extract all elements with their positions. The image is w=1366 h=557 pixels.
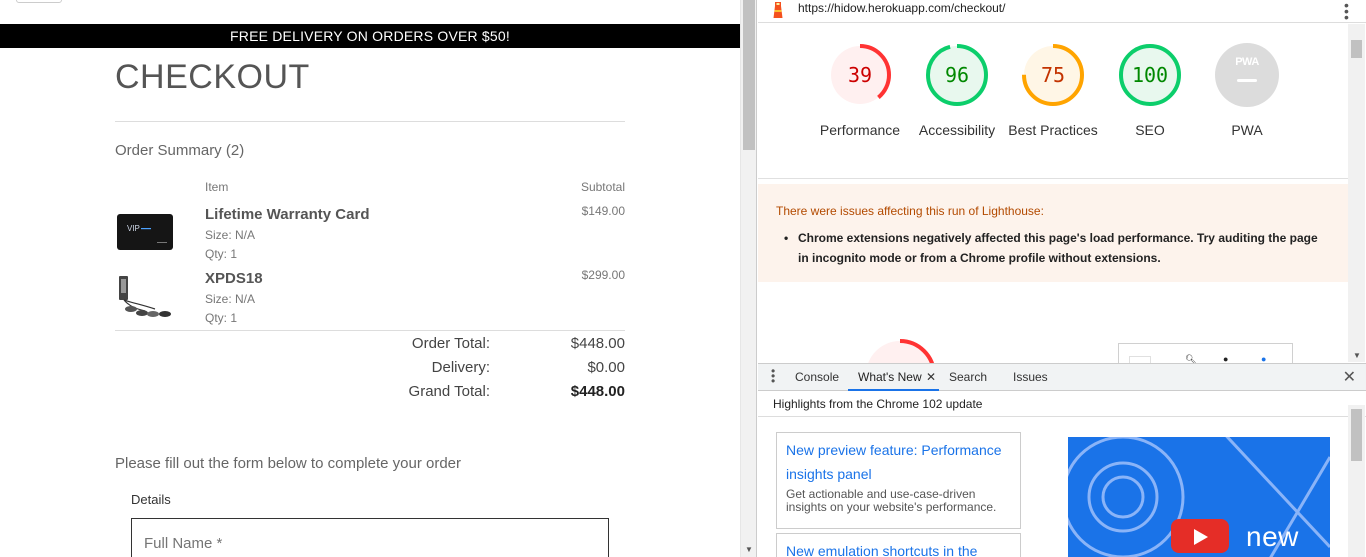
vip-card-image: VIP: [117, 214, 173, 250]
details-label: Details: [131, 492, 171, 507]
scrollbar-thumb[interactable]: [743, 0, 755, 150]
tab-console[interactable]: Console: [795, 370, 839, 384]
order-summary-heading: Order Summary (2): [115, 142, 245, 159]
score-value: 75: [1040, 63, 1066, 87]
pwa-badge-icon: PWA: [1235, 56, 1259, 68]
whats-new-video-thumbnail[interactable]: new: [1068, 437, 1330, 557]
card-body: Get actionable and use-case-driven insig…: [786, 487, 997, 514]
form-intro: Please fill out the form below to comple…: [115, 455, 462, 472]
item-qty: Qty: 1: [205, 311, 238, 325]
item-size: Size: N/A: [205, 228, 256, 242]
delivery-banner: FREE DELIVERY ON ORDERS OVER $50!: [0, 24, 740, 48]
close-drawer-icon[interactable]: ✕: [1343, 367, 1356, 387]
tab-search[interactable]: Search: [949, 370, 987, 384]
item-qty: Qty: 1: [205, 247, 238, 261]
order-total-value: $448.00: [570, 335, 625, 352]
lighthouse-header: https://hidow.herokuapp.com/checkout/ • •…: [758, 0, 1366, 24]
warning-box: There were issues affecting this run of …: [758, 184, 1348, 282]
device-image: [115, 273, 175, 321]
score-label: SEO: [1135, 122, 1165, 138]
more-options-icon[interactable]: • • •: [1344, 0, 1349, 24]
score-label: Best Practices: [1008, 122, 1098, 138]
audited-url: https://hidow.herokuapp.com/checkout/: [798, 1, 1006, 15]
svg-text:VIP: VIP: [127, 224, 140, 233]
accessibility-gauge[interactable]: 96: [925, 43, 989, 107]
scrollbar-thumb[interactable]: [1351, 40, 1362, 58]
score-value: 96: [944, 63, 970, 87]
whats-new-header: Highlights from the Chrome 102 update: [758, 391, 1366, 417]
checkout-page: FREE DELIVERY ON ORDERS OVER $50! CHECKO…: [0, 0, 740, 557]
lighthouse-scrollbar[interactable]: ▼: [1348, 24, 1365, 362]
order-total-label: Order Total:: [411, 335, 490, 352]
item-name[interactable]: Lifetime Warranty Card: [205, 206, 369, 223]
scrollbar-thumb[interactable]: [1351, 409, 1362, 461]
item-name[interactable]: XPDS18: [205, 270, 263, 287]
best-practices-gauge[interactable]: 75: [1021, 43, 1085, 107]
tab-issues[interactable]: Issues: [1013, 370, 1048, 384]
top-button[interactable]: [16, 0, 62, 3]
divider: [115, 121, 625, 122]
column-item: Item: [205, 180, 229, 194]
column-subtotal: Subtotal: [580, 180, 625, 194]
pwa-dash: [1237, 79, 1257, 82]
grand-total-label: Grand Total:: [408, 383, 490, 400]
card-title-link[interactable]: New preview feature: Performance insight…: [786, 438, 1011, 486]
news-card[interactable]: New emulation shortcuts in the: [776, 533, 1021, 557]
warning-title: There were issues affecting this run of …: [776, 204, 1044, 218]
drawer-menu-icon[interactable]: • • •: [771, 365, 775, 387]
drawer-scrollbar[interactable]: [1348, 405, 1365, 557]
score-label: Accessibility: [918, 122, 996, 138]
score-label: Performance: [819, 122, 901, 138]
score-value: 100: [1131, 63, 1169, 87]
item-size: Size: N/A: [205, 292, 256, 306]
devtools-panel: https://hidow.herokuapp.com/checkout/ • •…: [758, 0, 1366, 557]
item-price: $299.00: [581, 268, 625, 282]
item-price: $149.00: [581, 204, 625, 218]
drawer-tabbar: • • • Console What's New ✕ Search Issues ✕: [758, 363, 1366, 391]
grand-total-value: $448.00: [570, 383, 625, 400]
card-title-link[interactable]: New emulation shortcuts in the: [786, 539, 1011, 557]
scroll-down-icon[interactable]: ▼: [1353, 351, 1361, 360]
divider: [758, 178, 1348, 179]
score-value: 39: [847, 63, 873, 87]
whats-new-title: Highlights from the Chrome 102 update: [773, 397, 983, 411]
seo-gauge[interactable]: 100: [1118, 43, 1182, 107]
scroll-down-icon[interactable]: ▼: [745, 545, 753, 554]
page-scrollbar[interactable]: ▼: [740, 0, 757, 557]
warning-item: Chrome extensions negatively affected th…: [784, 228, 1318, 268]
tab-whats-new[interactable]: What's New: [858, 370, 922, 384]
pwa-gauge[interactable]: PWA: [1215, 43, 1279, 107]
delivery-value: $0.00: [587, 359, 625, 376]
score-label: PWA: [1231, 122, 1263, 138]
news-card[interactable]: New preview feature: Performance insight…: [776, 432, 1021, 529]
video-caption: new: [1246, 521, 1299, 552]
divider: [115, 330, 625, 331]
lighthouse-icon: [772, 2, 784, 19]
full-name-input[interactable]: [131, 518, 609, 557]
play-icon[interactable]: [1171, 519, 1229, 553]
page-title: CHECKOUT: [115, 58, 310, 96]
delivery-label: Delivery:: [431, 359, 490, 376]
close-tab-icon[interactable]: ✕: [926, 370, 936, 384]
performance-gauge[interactable]: 39: [828, 43, 892, 107]
